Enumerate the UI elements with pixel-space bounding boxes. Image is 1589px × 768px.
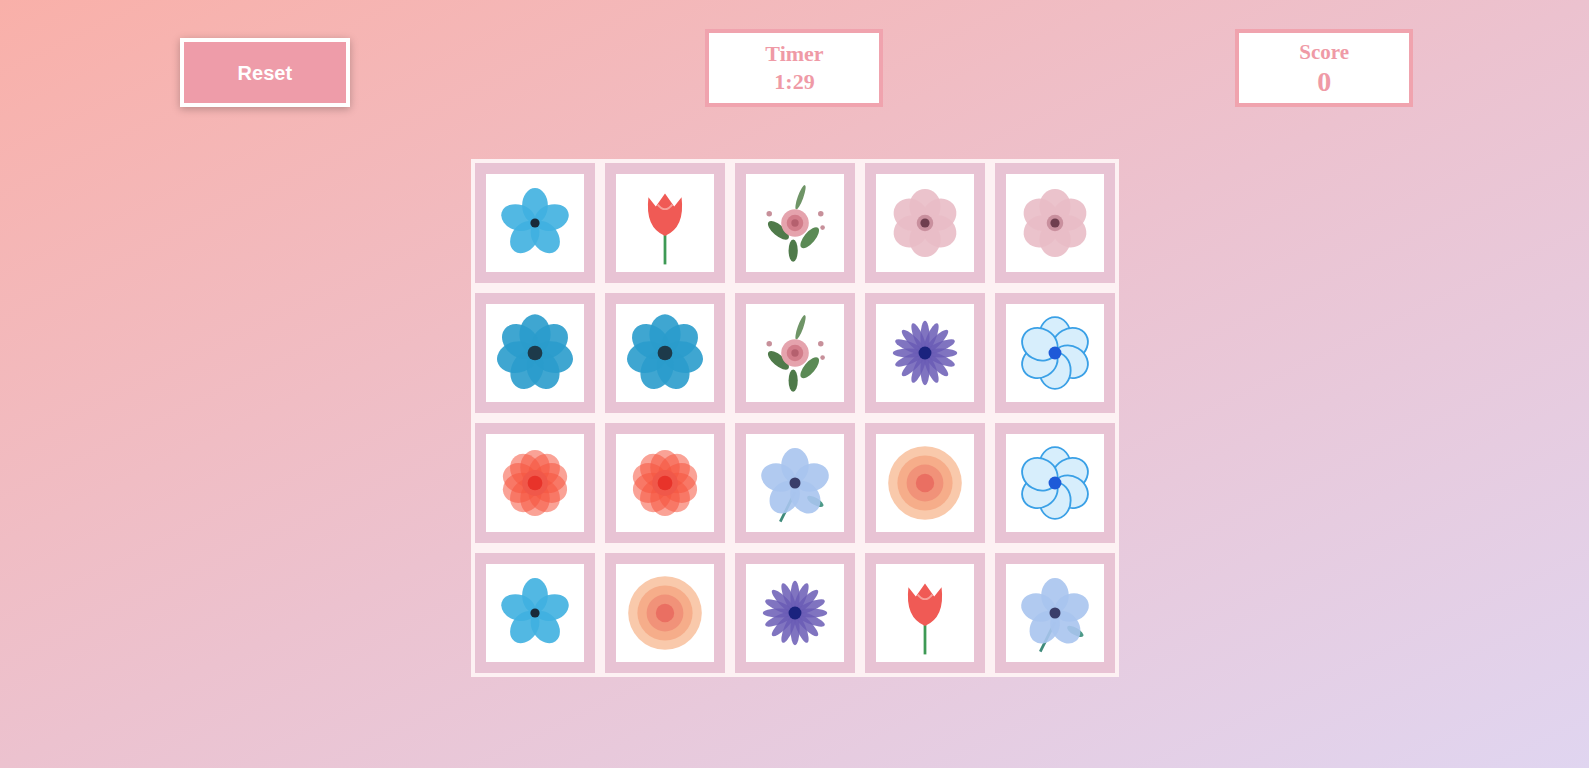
memory-card[interactable] <box>735 553 855 673</box>
memory-card[interactable] <box>865 293 985 413</box>
card-face <box>876 434 974 532</box>
card-face <box>486 174 584 272</box>
flower-icon <box>1009 177 1101 269</box>
card-face <box>486 564 584 662</box>
card-face <box>1006 434 1104 532</box>
flower-icon <box>489 307 581 399</box>
card-face <box>616 304 714 402</box>
memory-card[interactable] <box>865 553 985 673</box>
memory-card[interactable] <box>475 423 595 543</box>
memory-card[interactable] <box>995 293 1115 413</box>
card-grid <box>471 159 1119 677</box>
flower-icon <box>489 437 581 529</box>
flower-icon <box>1009 567 1101 659</box>
card-face <box>1006 174 1104 272</box>
timer-label: Timer <box>765 40 823 68</box>
memory-card[interactable] <box>865 163 985 283</box>
flower-icon <box>489 177 581 269</box>
score-value: 0 <box>1317 66 1331 98</box>
timer-box: Timer 1:29 <box>705 29 883 107</box>
flower-icon <box>879 437 971 529</box>
memory-card[interactable] <box>865 423 985 543</box>
card-face <box>746 564 844 662</box>
memory-card[interactable] <box>995 423 1115 543</box>
header-bar: Reset Timer 1:29 Score 0 <box>0 0 1589 107</box>
memory-card[interactable] <box>475 293 595 413</box>
card-face <box>746 174 844 272</box>
memory-card[interactable] <box>605 553 725 673</box>
memory-card[interactable] <box>735 163 855 283</box>
memory-card[interactable] <box>475 553 595 673</box>
memory-card[interactable] <box>735 423 855 543</box>
flower-icon <box>879 567 971 659</box>
card-face <box>616 434 714 532</box>
flower-icon <box>619 437 711 529</box>
flower-icon <box>1009 307 1101 399</box>
flower-icon <box>879 177 971 269</box>
card-face <box>616 564 714 662</box>
card-face <box>746 304 844 402</box>
flower-icon <box>1009 437 1101 529</box>
card-face <box>486 434 584 532</box>
flower-icon <box>749 307 841 399</box>
reset-button[interactable]: Reset <box>180 38 350 107</box>
flower-icon <box>879 307 971 399</box>
flower-icon <box>619 307 711 399</box>
card-face <box>746 434 844 532</box>
memory-card[interactable] <box>995 163 1115 283</box>
card-face <box>486 304 584 402</box>
flower-icon <box>619 567 711 659</box>
score-box: Score 0 <box>1235 29 1413 107</box>
card-face <box>1006 564 1104 662</box>
card-face <box>876 564 974 662</box>
timer-value: 1:29 <box>774 68 814 96</box>
flower-icon <box>489 567 581 659</box>
card-face <box>1006 304 1104 402</box>
memory-card[interactable] <box>735 293 855 413</box>
flower-icon <box>749 177 841 269</box>
card-face <box>876 304 974 402</box>
score-label: Score <box>1299 38 1349 66</box>
flower-icon <box>749 437 841 529</box>
card-face <box>616 174 714 272</box>
memory-card[interactable] <box>605 163 725 283</box>
memory-card[interactable] <box>605 423 725 543</box>
memory-card[interactable] <box>605 293 725 413</box>
memory-card[interactable] <box>475 163 595 283</box>
memory-card[interactable] <box>995 553 1115 673</box>
flower-icon <box>619 177 711 269</box>
flower-icon <box>749 567 841 659</box>
card-face <box>876 174 974 272</box>
